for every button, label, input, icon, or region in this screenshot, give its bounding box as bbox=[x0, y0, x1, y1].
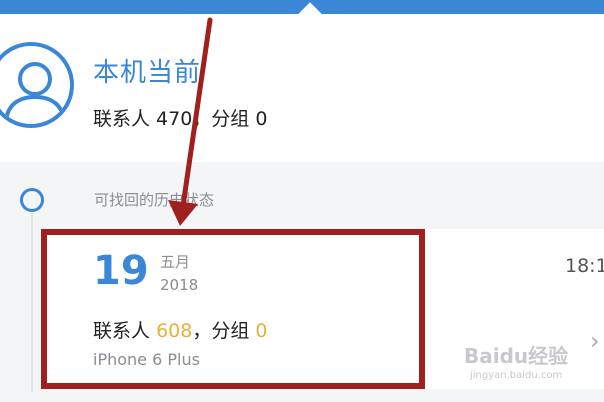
watermark-logo: Baidu经验 bbox=[464, 344, 569, 368]
history-label: 可找回的历史状态 bbox=[94, 191, 215, 209]
watermark: Baidu经验 jingyan.baidu.com bbox=[464, 340, 600, 390]
snapshot-time: 18:1 bbox=[565, 255, 604, 277]
device-title: 本机当前 bbox=[93, 58, 202, 88]
watermark-url: jingyan.baidu.com bbox=[470, 370, 563, 381]
snapshot-day: 19 bbox=[93, 248, 149, 294]
contacts-summary: 联系人 470，分组 0 bbox=[93, 108, 268, 130]
stats-mid: ，分组 bbox=[192, 320, 250, 342]
contacts-count: 608 bbox=[156, 320, 193, 342]
snapshot-month: 五月 bbox=[160, 253, 191, 271]
circle-dot-icon bbox=[20, 188, 44, 212]
current-device-card bbox=[0, 14, 604, 162]
user-avatar-icon bbox=[0, 42, 74, 128]
device-model: iPhone 6 Plus bbox=[93, 350, 200, 369]
snapshot-year: 2018 bbox=[160, 276, 199, 294]
stats-prefix: 联系人 bbox=[93, 320, 151, 342]
timeline-line bbox=[31, 212, 33, 392]
snapshot-stats: 联系人 608，分组 0 bbox=[93, 316, 267, 343]
groups-count: 0 bbox=[255, 320, 268, 342]
